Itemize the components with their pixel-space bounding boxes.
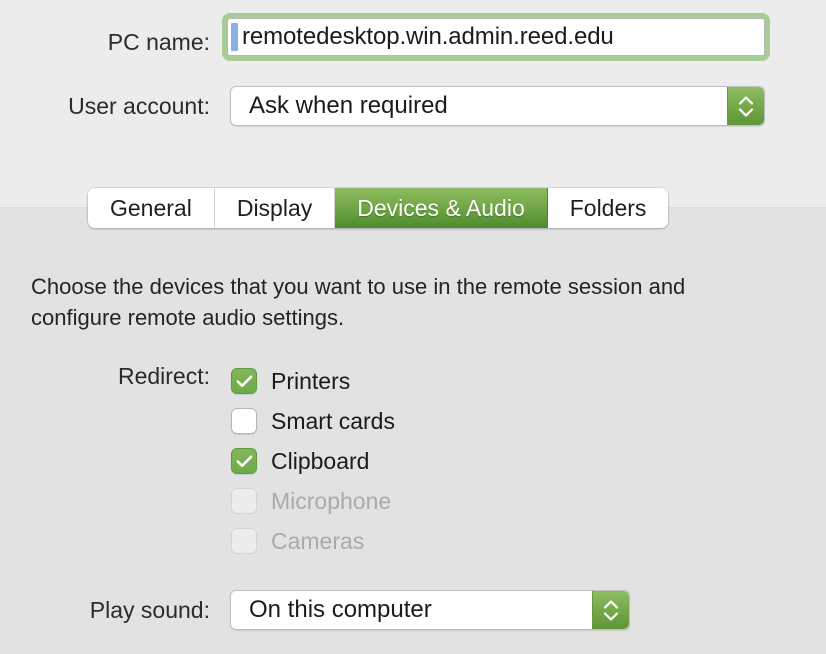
user-account-value: Ask when required [231, 92, 727, 120]
chevron-up-down-icon[interactable] [592, 591, 629, 629]
tab-general-label: General [110, 195, 192, 222]
play-sound-label: Play sound: [0, 596, 210, 624]
pc-name-input[interactable]: remotedesktop.win.admin.reed.edu [227, 18, 765, 56]
checkbox-label-cameras: Cameras [271, 528, 364, 555]
tab-devices-and-audio[interactable]: Devices & Audio [335, 188, 547, 228]
checkbox-label-printers: Printers [271, 368, 350, 395]
tab-folders[interactable]: Folders [548, 188, 669, 228]
checkbox-label-smart-cards: Smart cards [271, 408, 395, 435]
redirect-label: Redirect: [0, 362, 210, 390]
user-account-select[interactable]: Ask when required [230, 86, 765, 126]
checkbox-row-clipboard[interactable]: Clipboard [231, 441, 395, 481]
checkbox-label-clipboard: Clipboard [271, 448, 369, 475]
redirect-checkbox-group: Printers Smart cards Clipboard Microphon… [231, 361, 395, 561]
user-account-label: User account: [0, 92, 210, 120]
play-sound-value: On this computer [231, 596, 592, 624]
checkbox-row-microphone: Microphone [231, 481, 395, 521]
checkbox-row-printers[interactable]: Printers [231, 361, 395, 401]
pc-name-value: remotedesktop.win.admin.reed.edu [228, 23, 614, 51]
checkbox-cameras [231, 528, 257, 554]
text-caret [231, 23, 238, 51]
tab-display-label: Display [237, 195, 312, 222]
pc-name-focus-ring: remotedesktop.win.admin.reed.edu [222, 13, 770, 61]
play-sound-select[interactable]: On this computer [230, 590, 630, 630]
checkbox-row-smart-cards[interactable]: Smart cards [231, 401, 395, 441]
checkbox-smart-cards[interactable] [231, 408, 257, 434]
tab-general[interactable]: General [88, 188, 215, 228]
pc-name-label: PC name: [0, 28, 210, 56]
chevron-up-down-icon[interactable] [727, 87, 764, 125]
panel-description: Choose the devices that you want to use … [31, 271, 761, 333]
tab-devices-and-audio-label: Devices & Audio [357, 195, 524, 222]
settings-tabbar: General Display Devices & Audio Folders [88, 188, 668, 228]
tab-display[interactable]: Display [215, 188, 335, 228]
rdp-connection-settings-window: PC name: remotedesktop.win.admin.reed.ed… [0, 0, 826, 654]
tab-folders-label: Folders [570, 195, 647, 222]
checkbox-clipboard[interactable] [231, 448, 257, 474]
checkbox-label-microphone: Microphone [271, 488, 391, 515]
checkbox-printers[interactable] [231, 368, 257, 394]
checkbox-microphone [231, 488, 257, 514]
checkbox-row-cameras: Cameras [231, 521, 395, 561]
